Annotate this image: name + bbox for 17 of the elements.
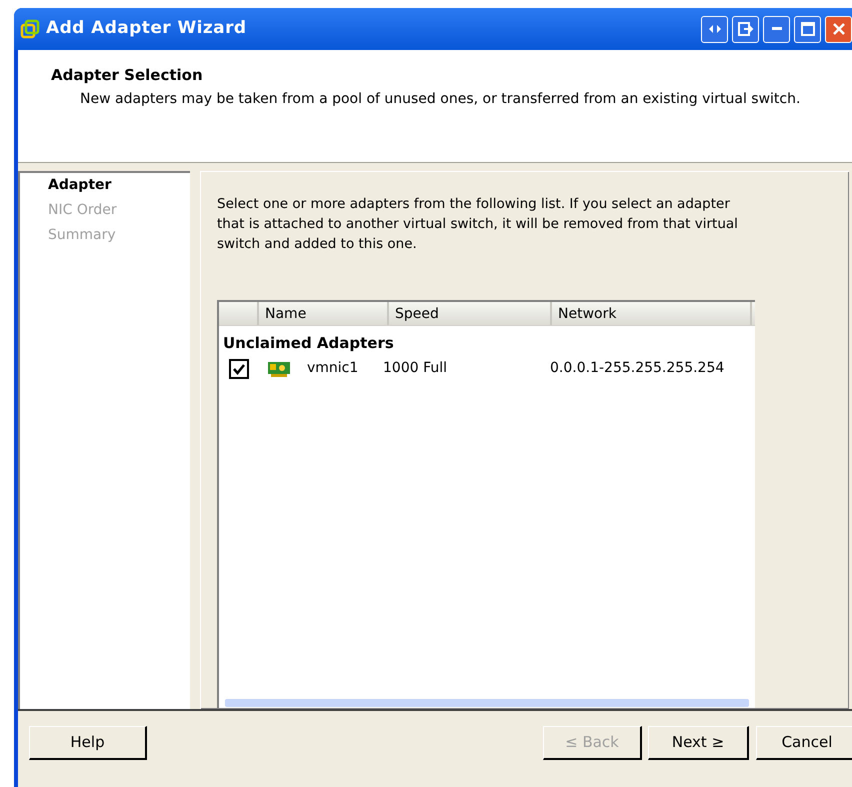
step-item: Adapter bbox=[48, 176, 112, 195]
table-cell-text: vmnic1 bbox=[306, 359, 360, 378]
page-title: Adapter Selection bbox=[51, 65, 204, 86]
column-header[interactable]: Network bbox=[552, 302, 752, 325]
instructions-text: Select one or more adapters from the following list. If you select an adapter that is attached to another virtual switch, it will be removed from that virtual switch and added to this one. bbox=[217, 195, 739, 254]
group-title: Unclaimed Adapters bbox=[222, 333, 395, 354]
column-header[interactable]: Name bbox=[259, 302, 389, 325]
dialog-button[interactable]: Next ≥ bbox=[648, 726, 749, 760]
column-header[interactable]: Speed bbox=[389, 302, 552, 325]
step-item: Summary bbox=[48, 226, 117, 245]
table-cell-text: 0.0.0.1-255.255.255.254 bbox=[549, 359, 724, 378]
dialog-button[interactable]: Cancel bbox=[756, 726, 852, 760]
step-item: NIC Order bbox=[48, 201, 118, 220]
window-title: Add Adapter Wizard bbox=[46, 17, 246, 40]
table-cell-text: 1000 Full bbox=[382, 359, 448, 378]
dialog-button[interactable]: Help bbox=[29, 726, 147, 760]
page-subtitle: New adapters may be taken from a pool of unused ones, or transferred from an existing virtual switch. bbox=[80, 90, 802, 108]
